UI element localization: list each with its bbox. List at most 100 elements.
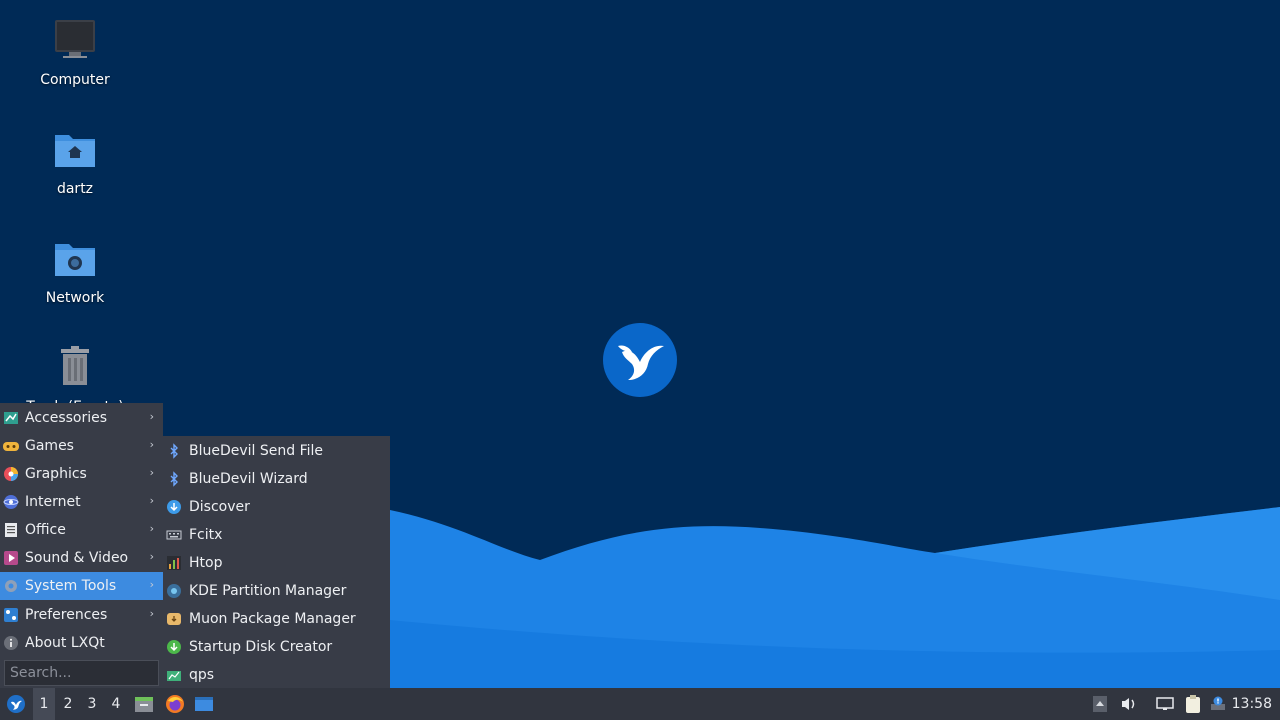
submenu-item-label: BlueDevil Wizard <box>189 471 308 487</box>
desktop-icon-computer[interactable]: Computer <box>20 16 130 88</box>
submenu-item-label: Fcitx <box>189 527 223 543</box>
menu-item-label: System Tools <box>25 578 117 594</box>
submenu-item-label: Muon Package Manager <box>189 611 356 627</box>
tray-expand-button[interactable] <box>1090 688 1110 720</box>
internet-icon <box>3 494 19 510</box>
menu-item-preferences[interactable]: Preferences › <box>0 601 163 629</box>
firefox-launcher[interactable] <box>163 688 187 720</box>
graphics-icon <box>3 466 19 482</box>
home-folder-icon <box>55 135 95 167</box>
network-tray-icon <box>1156 697 1174 710</box>
accessories-icon <box>3 410 19 426</box>
menu-item-label: Sound & Video <box>25 550 129 566</box>
keyboard-icon <box>166 527 182 543</box>
desktop-icon-label: Computer <box>40 72 110 88</box>
games-icon <box>3 438 19 454</box>
submenu-item-label: BlueDevil Send File <box>189 443 324 459</box>
menu-item-office[interactable]: Office › <box>0 516 163 544</box>
file-manager-launcher[interactable] <box>133 688 155 720</box>
preferences-icon <box>3 607 19 623</box>
volume-button[interactable] <box>1118 688 1140 720</box>
submenu-item-label: Discover <box>189 499 250 515</box>
bluetooth-icon <box>166 471 182 487</box>
submenu-item-htop[interactable]: Htop <box>163 549 390 577</box>
submenu-arrow-icon: › <box>149 578 154 591</box>
menu-item-label: About LXQt <box>25 635 105 651</box>
menu-item-label: Preferences <box>25 607 108 623</box>
desktop-icon-network[interactable]: Network <box>20 234 130 306</box>
submenu-item-fcitx[interactable]: Fcitx <box>163 521 390 549</box>
update-notifier-icon <box>1211 696 1225 710</box>
desktop-switch-2[interactable]: 2 <box>57 688 79 720</box>
menu-item-internet[interactable]: Internet › <box>0 488 163 516</box>
menu-item-label: Office <box>25 522 66 538</box>
volume-icon <box>1122 698 1135 710</box>
submenu-arrow-icon: › <box>149 410 154 423</box>
system-tools-icon <box>3 578 19 594</box>
application-menu: Accessories › Games › Graphics › Interne… <box>0 403 163 688</box>
menu-item-label: Internet <box>25 494 81 510</box>
sound-video-icon <box>3 550 19 566</box>
qps-icon <box>166 667 182 683</box>
menu-item-about-lxqt[interactable]: About LXQt <box>0 629 163 657</box>
startup-disk-icon <box>166 639 182 655</box>
package-manager-icon <box>166 611 182 627</box>
lubuntu-logo <box>603 323 677 397</box>
lubuntu-start-icon <box>7 695 25 713</box>
desktop-icon-home[interactable]: dartz <box>20 125 130 197</box>
submenu-item-label: qps <box>189 667 215 683</box>
about-icon <box>3 635 19 651</box>
file-manager-icon <box>135 697 153 712</box>
menu-item-label: Accessories <box>25 410 108 426</box>
submenu-arrow-icon: › <box>149 522 154 535</box>
submenu-arrow-icon: › <box>149 550 154 563</box>
menu-item-graphics[interactable]: Graphics › <box>0 460 163 488</box>
submenu-arrow-icon: › <box>149 607 154 620</box>
bluetooth-icon <box>166 443 182 459</box>
menu-search-input[interactable]: Search... <box>4 660 159 686</box>
computer-icon <box>55 20 95 58</box>
menu-item-sound-video[interactable]: Sound & Video › <box>0 544 163 572</box>
network-folder-icon <box>55 244 95 276</box>
submenu-item-label: Startup Disk Creator <box>189 639 333 655</box>
submenu-item-label: KDE Partition Manager <box>189 583 347 599</box>
submenu-item-startup-disk-creator[interactable]: Startup Disk Creator <box>163 633 390 661</box>
desktop-icon-label: dartz <box>56 181 94 197</box>
clipboard-icon <box>1186 695 1200 713</box>
desktop-switch-3[interactable]: 3 <box>81 688 103 720</box>
submenu-arrow-icon: › <box>149 438 154 451</box>
update-notifier-button[interactable] <box>1208 688 1228 720</box>
submenu-item-label: Htop <box>189 555 223 571</box>
trash-icon <box>61 346 89 385</box>
desktop-switch-4[interactable]: 4 <box>105 688 127 720</box>
tray-up-arrow-icon <box>1093 696 1107 712</box>
submenu-item-qps[interactable]: qps <box>163 661 390 689</box>
partition-manager-icon <box>166 583 182 599</box>
office-icon <box>3 522 19 538</box>
menu-item-system-tools[interactable]: System Tools › <box>0 572 163 600</box>
network-tray-button[interactable] <box>1154 688 1176 720</box>
clipboard-tray-button[interactable] <box>1182 688 1204 720</box>
submenu-item-bluedevil-send-file[interactable]: BlueDevil Send File <box>163 437 390 465</box>
start-menu-button[interactable] <box>3 688 29 720</box>
show-desktop-button[interactable] <box>192 688 216 720</box>
submenu-item-muon-package-manager[interactable]: Muon Package Manager <box>163 605 390 633</box>
menu-item-games[interactable]: Games › <box>0 432 163 460</box>
show-desktop-icon <box>195 697 213 711</box>
system-tools-submenu: BlueDevil Send File BlueDevil Wizard Dis… <box>163 436 390 688</box>
menu-item-accessories[interactable]: Accessories › <box>0 404 163 432</box>
menu-item-label: Graphics <box>25 466 87 482</box>
desktop-icon-label: Network <box>45 290 105 306</box>
htop-icon <box>166 555 182 571</box>
taskbar: 1 2 3 4 13:58 <box>0 688 1280 720</box>
submenu-arrow-icon: › <box>149 494 154 507</box>
desktop-switch-1[interactable]: 1 <box>33 688 55 720</box>
clock[interactable]: 13:58 <box>1232 688 1272 720</box>
submenu-arrow-icon: › <box>149 466 154 479</box>
submenu-item-kde-partition-manager[interactable]: KDE Partition Manager <box>163 577 390 605</box>
menu-item-label: Games <box>25 438 74 454</box>
firefox-icon <box>166 695 184 713</box>
submenu-item-bluedevil-wizard[interactable]: BlueDevil Wizard <box>163 465 390 493</box>
discover-icon <box>166 499 182 515</box>
submenu-item-discover[interactable]: Discover <box>163 493 390 521</box>
